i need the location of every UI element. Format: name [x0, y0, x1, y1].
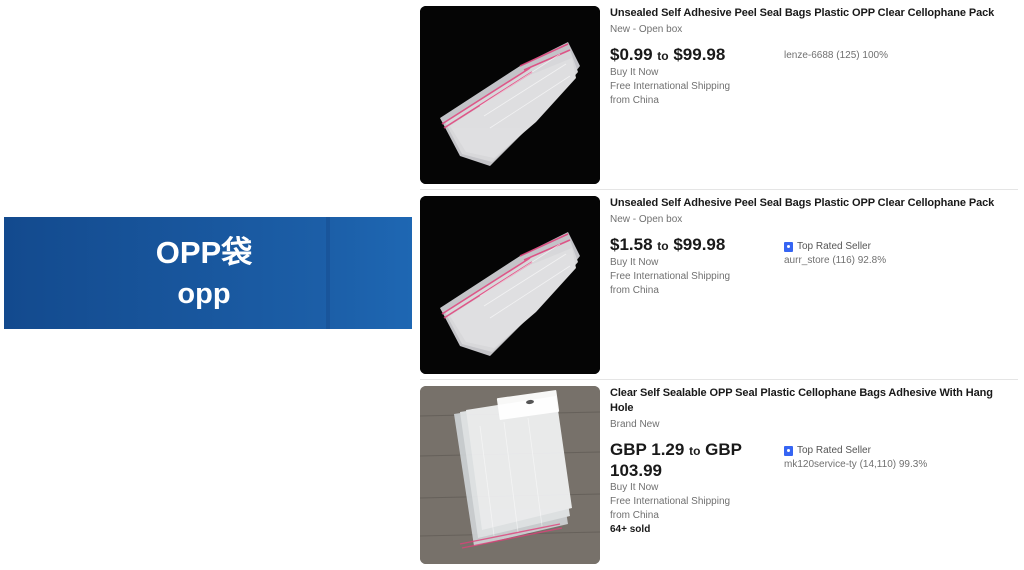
top-rated-seller-icon	[784, 446, 793, 456]
seller-name: aurr_store (116) 92.8%	[784, 255, 887, 266]
price-high: $99.98	[673, 235, 726, 254]
opp-bags-black-bg-image	[420, 196, 600, 374]
listing-title[interactable]: Unsealed Self Adhesive Peel Seal Bags Pl…	[610, 196, 1020, 211]
top-rated-seller-icon	[784, 242, 793, 252]
top-rated-seller-label: Top Rated Seller	[797, 241, 871, 252]
listing-condition: New - Open box	[610, 24, 683, 35]
seller-info: Top Rated Seller aurr_store (116) 92.8%	[784, 240, 1024, 268]
product-image[interactable]	[420, 6, 600, 184]
buy-format: Buy It Now	[610, 67, 659, 78]
price-to: to	[689, 444, 701, 458]
sold-count: 64+ sold	[610, 524, 651, 535]
product-image[interactable]	[420, 196, 600, 374]
opp-bags-black-bg-image	[420, 6, 600, 184]
opp-bag-banner: OPP袋 opp	[4, 217, 412, 329]
listing-condition: New - Open box	[610, 214, 683, 225]
price-high: $99.98	[673, 45, 726, 64]
top-rated-seller-badge: Top Rated Seller	[784, 444, 1024, 458]
opp-bags-wood-bg-image	[420, 386, 600, 564]
banner-stripe	[326, 217, 330, 329]
price-low: $1.58	[610, 235, 653, 254]
top-rated-seller-badge: Top Rated Seller	[784, 240, 1024, 254]
shipping-line-1: Free International Shipping	[610, 81, 731, 92]
search-results-list: Unsealed Self Adhesive Peel Seal Bags Pl…	[420, 0, 1020, 570]
listing-title[interactable]: Unsealed Self Adhesive Peel Seal Bags Pl…	[610, 6, 1020, 21]
price-low: GBP 1.29	[610, 440, 685, 459]
product-image[interactable]	[420, 386, 600, 564]
listing-item[interactable]: Unsealed Self Adhesive Peel Seal Bags Pl…	[420, 6, 1020, 190]
shipping-line-1: Free International Shipping	[610, 496, 731, 507]
divider	[420, 379, 1018, 380]
banner-title: OPP袋	[155, 235, 253, 270]
shipping-line-2: from China	[610, 285, 659, 296]
shipping-line-2: from China	[610, 510, 659, 521]
price-to: to	[657, 49, 669, 63]
banner-subtitle: opp	[177, 278, 231, 310]
price-to: to	[657, 239, 669, 253]
divider	[420, 189, 1018, 190]
listing-condition: Brand New	[610, 419, 660, 430]
listing-item[interactable]: Clear Self Sealable OPP Seal Plastic Cel…	[420, 386, 1018, 564]
shipping-line-2: from China	[610, 95, 659, 106]
shipping-line-1: Free International Shipping	[610, 271, 731, 282]
listing-title[interactable]: Clear Self Sealable OPP Seal Plastic Cel…	[610, 386, 1018, 416]
seller-info: lenze-6688 (125) 100%	[784, 49, 1024, 63]
seller-info: Top Rated Seller mk120service-ty (14,110…	[784, 444, 1024, 472]
listing-price: GBP 1.29 to GBP 103.99	[610, 440, 760, 481]
buy-format: Buy It Now	[610, 482, 659, 493]
listing-item[interactable]: Unsealed Self Adhesive Peel Seal Bags Pl…	[420, 196, 1020, 380]
seller-name: mk120service-ty (14,110) 99.3%	[784, 459, 928, 470]
top-rated-seller-label: Top Rated Seller	[797, 445, 871, 456]
price-low: $0.99	[610, 45, 653, 64]
seller-name: lenze-6688 (125) 100%	[784, 50, 888, 61]
